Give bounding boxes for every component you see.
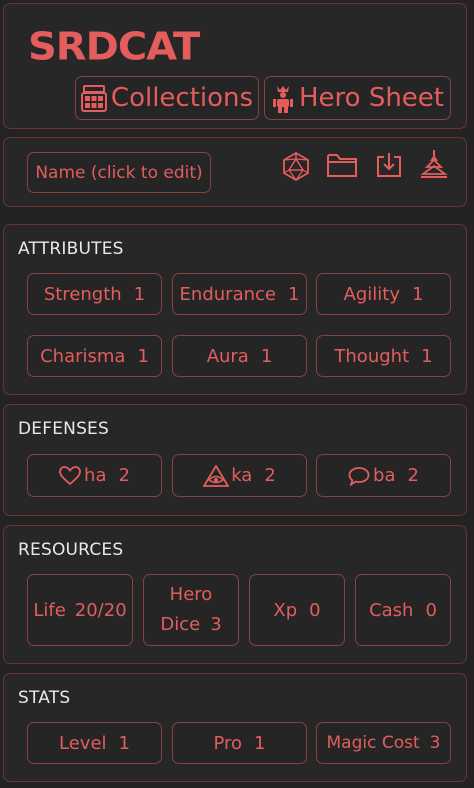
attribute-label: Endurance (179, 283, 276, 305)
stats-title: STATS (18, 688, 71, 708)
attribute-label: Thought (334, 345, 410, 367)
attribute-label: Charisma (40, 345, 126, 367)
attribute-label: Aura (206, 345, 249, 367)
stat-value: 3 (429, 733, 441, 753)
defense-value: 2 (264, 465, 276, 486)
eye-triangle-icon (203, 464, 230, 487)
collections-icon (80, 83, 111, 113)
folder-icon[interactable] (326, 152, 358, 182)
name-edit-button[interactable]: Name (click to edit) (27, 152, 211, 193)
resource-value: 3 (210, 614, 222, 635)
pagoda-icon[interactable] (419, 149, 449, 183)
stat-level-button[interactable]: Level 1 (27, 722, 162, 764)
resource-label-line2: Dice (160, 614, 201, 635)
app-logo: SRDCAT (28, 25, 200, 69)
attribute-value: 1 (260, 345, 273, 367)
header-panel: SRDCAT Collections Hero Sheet (3, 3, 467, 129)
resources-title: RESOURCES (18, 540, 124, 560)
defense-label: ha (84, 465, 107, 486)
attribute-thought-button[interactable]: Thought 1 (316, 335, 451, 377)
defense-ha-button[interactable]: ha 2 (27, 454, 162, 497)
heart-icon (59, 465, 81, 486)
attributes-panel: ATTRIBUTES Strength 1 Endurance 1 Agility 1… (3, 224, 467, 395)
collections-label: Collections (110, 83, 254, 113)
d20-icon[interactable] (282, 151, 310, 185)
resource-label-line1: Hero (169, 584, 213, 605)
resource-life-button[interactable]: Life 20/20 (27, 574, 133, 646)
speech-bubble-icon (348, 466, 370, 486)
defenses-title: DEFENSES (18, 419, 109, 439)
defense-label: ka (231, 465, 253, 486)
resources-panel: RESOURCES Life 20/20 Hero Dice 3 Xp 0 Cash 0 (3, 525, 467, 664)
attribute-aura-button[interactable]: Aura 1 (172, 335, 307, 377)
attribute-value: 1 (287, 283, 300, 305)
download-icon[interactable] (375, 151, 403, 183)
identity-panel: Name (click to edit) (3, 137, 467, 207)
attribute-endurance-button[interactable]: Endurance 1 (172, 273, 307, 315)
attribute-value: 1 (137, 345, 149, 367)
resource-label: Cash (369, 599, 414, 621)
attribute-value: 1 (412, 283, 424, 305)
defense-ka-button[interactable]: ka 2 (172, 454, 307, 497)
defense-ba-button[interactable]: ba 2 (316, 454, 451, 497)
hero-sheet-button[interactable]: Hero Sheet (264, 76, 451, 120)
stat-label: Level (59, 732, 107, 754)
stat-pro-button[interactable]: Pro 1 (172, 722, 307, 764)
resource-hero-dice-button[interactable]: Hero Dice 3 (143, 574, 239, 646)
resource-label: Life (33, 599, 66, 621)
stat-magic-cost-button[interactable]: Magic Cost 3 (316, 722, 451, 764)
resource-value: 0 (309, 599, 321, 621)
resource-label: Xp (273, 599, 298, 621)
defense-value: 2 (118, 465, 130, 486)
defenses-panel: DEFENSES ha 2 ka 2 ba 2 (3, 404, 467, 516)
defense-value: 2 (407, 465, 419, 486)
attribute-value: 1 (421, 345, 433, 367)
attribute-label: Strength (43, 283, 122, 305)
stat-label: Magic Cost (326, 733, 420, 753)
attributes-title: ATTRIBUTES (18, 239, 124, 259)
attribute-charisma-button[interactable]: Charisma 1 (27, 335, 162, 377)
attribute-label: Agility (343, 283, 400, 305)
stat-value: 1 (118, 732, 130, 754)
stat-label: Pro (213, 732, 243, 754)
attribute-agility-button[interactable]: Agility 1 (316, 273, 451, 315)
hero-sheet-label: Hero Sheet (298, 83, 444, 113)
resource-value: 20/20 (74, 599, 127, 621)
attribute-strength-button[interactable]: Strength 1 (27, 273, 162, 315)
attribute-value: 1 (133, 283, 146, 305)
resource-cash-button[interactable]: Cash 0 (355, 574, 451, 646)
hero-icon (271, 83, 299, 113)
stat-value: 1 (254, 732, 266, 754)
collections-button[interactable]: Collections (75, 76, 259, 120)
defense-label: ba (373, 465, 396, 486)
stats-panel: STATS Level 1 Pro 1 Magic Cost 3 (3, 673, 467, 782)
name-label: Name (click to edit) (35, 162, 203, 183)
resource-xp-button[interactable]: Xp 0 (249, 574, 345, 646)
resource-value: 0 (425, 599, 437, 621)
